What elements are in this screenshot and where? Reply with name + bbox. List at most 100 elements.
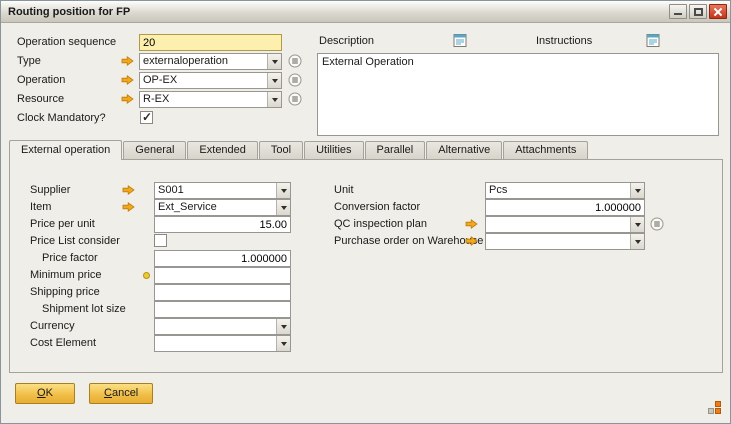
description-textarea[interactable]: External Operation bbox=[317, 53, 719, 136]
operation-label: Operation bbox=[17, 74, 65, 86]
purchase-order-on-warehouse-combo[interactable] bbox=[485, 233, 645, 250]
titlebar[interactable]: Routing position for FP bbox=[1, 1, 730, 23]
shipment-lot-size-row: Shipment lot size bbox=[22, 301, 312, 318]
link-arrow-icon[interactable] bbox=[122, 185, 135, 195]
choose-from-list-icon[interactable] bbox=[288, 73, 302, 87]
operation-combo[interactable]: OP-EX bbox=[139, 72, 282, 89]
currency-label: Currency bbox=[30, 320, 75, 332]
cancel-button[interactable]: Cancel bbox=[89, 383, 153, 404]
item-row: Item Ext_Service bbox=[22, 199, 312, 216]
purchase-order-on-warehouse-row: Purchase order on Warehouse bbox=[334, 233, 668, 250]
currency-value bbox=[155, 319, 276, 334]
price-per-unit-label: Price per unit bbox=[30, 218, 95, 230]
ok-button-label: OK bbox=[30, 387, 60, 399]
tab-parallel[interactable]: Parallel bbox=[365, 141, 426, 159]
dropdown-arrow-icon[interactable] bbox=[630, 217, 644, 232]
link-arrow-icon[interactable] bbox=[465, 219, 478, 229]
link-arrow-icon[interactable] bbox=[121, 94, 134, 104]
supplier-label: Supplier bbox=[30, 184, 70, 196]
dropdown-arrow-icon[interactable] bbox=[276, 336, 290, 351]
dropdown-arrow-icon[interactable] bbox=[267, 54, 281, 69]
window-title: Routing position for FP bbox=[8, 6, 130, 18]
cancel-button-label: Cancel bbox=[104, 387, 138, 399]
tab-general[interactable]: General bbox=[123, 141, 186, 159]
shipping-price-row: Shipping price bbox=[22, 284, 312, 301]
price-list-consider-checkbox[interactable] bbox=[154, 234, 167, 247]
type-combo[interactable]: externaloperation bbox=[139, 53, 282, 70]
purchase-order-on-warehouse-label: Purchase order on Warehouse bbox=[334, 235, 483, 247]
currency-combo[interactable] bbox=[154, 318, 291, 335]
dropdown-arrow-icon[interactable] bbox=[630, 234, 644, 249]
minimize-button[interactable] bbox=[669, 4, 687, 19]
unit-label: Unit bbox=[334, 184, 354, 196]
instructions-label: Instructions bbox=[536, 35, 592, 47]
shipment-lot-size-input[interactable] bbox=[154, 301, 291, 318]
tab-utilities[interactable]: Utilities bbox=[304, 141, 363, 159]
resize-grip[interactable] bbox=[708, 401, 721, 414]
window-controls bbox=[669, 4, 727, 19]
resource-label: Resource bbox=[17, 93, 64, 105]
price-factor-row: Price factor bbox=[22, 250, 312, 267]
price-per-unit-input[interactable] bbox=[154, 216, 291, 233]
shipping-price-input[interactable] bbox=[154, 284, 291, 301]
link-arrow-icon[interactable] bbox=[121, 56, 134, 66]
conversion-factor-input[interactable] bbox=[485, 199, 645, 216]
minimum-price-row: Minimum price bbox=[22, 267, 312, 284]
cost-element-combo[interactable] bbox=[154, 335, 291, 352]
tab-tool[interactable]: Tool bbox=[259, 141, 303, 159]
edit-instructions-icon[interactable] bbox=[646, 33, 660, 48]
routing-position-dialog: Routing position for FP Operation sequen… bbox=[0, 0, 731, 424]
dropdown-arrow-icon[interactable] bbox=[630, 183, 644, 198]
dropdown-arrow-icon[interactable] bbox=[267, 73, 281, 88]
dropdown-arrow-icon[interactable] bbox=[276, 200, 290, 215]
unit-value: Pcs bbox=[486, 183, 630, 198]
cost-element-row: Cost Element bbox=[22, 335, 312, 352]
tab-attachments[interactable]: Attachments bbox=[503, 141, 588, 159]
supplier-value: S001 bbox=[155, 183, 276, 198]
dropdown-arrow-icon[interactable] bbox=[267, 92, 281, 107]
choose-from-list-icon[interactable] bbox=[650, 217, 664, 231]
ok-button[interactable]: OK bbox=[15, 383, 75, 404]
resource-value: R-EX bbox=[140, 92, 267, 107]
currency-row: Currency bbox=[22, 318, 312, 335]
operation-sequence-input[interactable] bbox=[139, 34, 282, 51]
minimize-icon bbox=[674, 13, 682, 15]
dropdown-arrow-icon[interactable] bbox=[276, 183, 290, 198]
tab-external-operation[interactable]: External operation bbox=[9, 140, 122, 160]
maximize-button[interactable] bbox=[689, 4, 707, 19]
type-label: Type bbox=[17, 55, 41, 67]
clock-mandatory-checkbox[interactable] bbox=[140, 111, 153, 124]
description-section: Description Instructions External Operat… bbox=[317, 33, 719, 53]
clock-mandatory-label: Clock Mandatory? bbox=[17, 112, 106, 124]
qc-inspection-plan-combo[interactable] bbox=[485, 216, 645, 233]
unit-row: Unit Pcs bbox=[334, 182, 668, 199]
link-arrow-icon[interactable] bbox=[121, 75, 134, 85]
choose-from-list-icon[interactable] bbox=[288, 92, 302, 106]
type-row: Type externaloperation bbox=[9, 52, 319, 71]
shipment-lot-size-label: Shipment lot size bbox=[42, 303, 126, 315]
description-labels: Description Instructions bbox=[317, 33, 719, 53]
shipping-price-label: Shipping price bbox=[30, 286, 100, 298]
close-button[interactable] bbox=[709, 4, 727, 19]
link-arrow-icon[interactable] bbox=[465, 236, 478, 246]
operation-sequence-row: Operation sequence bbox=[9, 33, 319, 52]
supplier-row: Supplier S001 bbox=[22, 182, 312, 199]
operation-sequence-label: Operation sequence bbox=[17, 36, 116, 48]
choose-from-list-icon[interactable] bbox=[288, 54, 302, 68]
cost-element-label: Cost Element bbox=[30, 337, 96, 349]
tab-alternative[interactable]: Alternative bbox=[426, 141, 502, 159]
price-list-consider-row: Price List consider bbox=[22, 233, 312, 250]
description-label: Description bbox=[319, 35, 374, 47]
item-combo[interactable]: Ext_Service bbox=[154, 199, 291, 216]
minimum-price-input[interactable] bbox=[154, 267, 291, 284]
edit-description-icon[interactable] bbox=[453, 33, 467, 48]
link-arrow-icon[interactable] bbox=[122, 202, 135, 212]
tab-extended[interactable]: Extended bbox=[187, 141, 257, 159]
unit-combo[interactable]: Pcs bbox=[485, 182, 645, 199]
conversion-factor-label: Conversion factor bbox=[334, 201, 420, 213]
price-factor-input[interactable] bbox=[154, 250, 291, 267]
dropdown-arrow-icon[interactable] bbox=[276, 319, 290, 334]
conversion-factor-row: Conversion factor bbox=[334, 199, 668, 216]
resource-combo[interactable]: R-EX bbox=[139, 91, 282, 108]
supplier-combo[interactable]: S001 bbox=[154, 182, 291, 199]
